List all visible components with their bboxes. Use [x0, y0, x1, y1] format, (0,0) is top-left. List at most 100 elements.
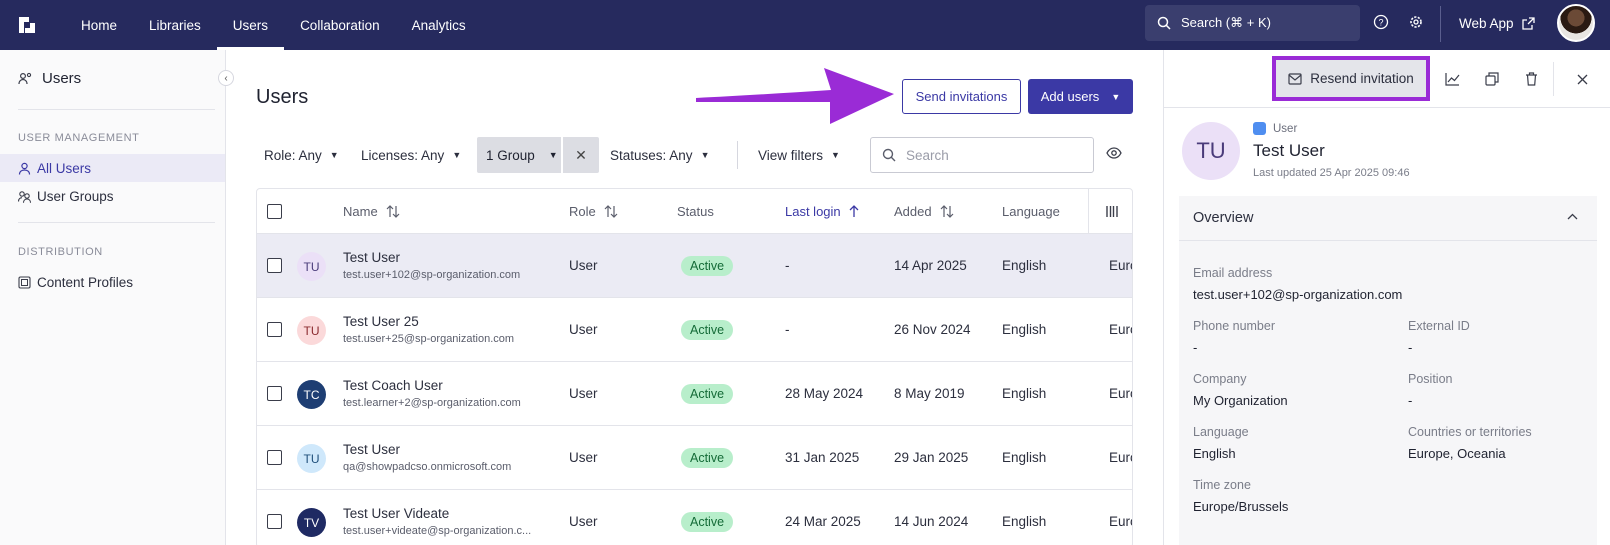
caret-down-icon: ▼	[700, 150, 710, 160]
nav-analytics[interactable]: Analytics	[396, 0, 482, 50]
group-filter[interactable]: 1 Group ▼	[477, 137, 561, 173]
help-icon[interactable]: ?	[1372, 13, 1390, 31]
user-name[interactable]: Test User	[343, 442, 400, 457]
table-row[interactable]: TU Test User qa@showpadcso.onmicrosoft.com…	[257, 426, 1132, 490]
users-icon	[18, 72, 32, 84]
external-id-value: -	[1408, 340, 1413, 355]
user-email: test.user+102@sp-organization.com	[343, 269, 521, 281]
web-app-link[interactable]: Web App	[1459, 0, 1535, 46]
user-detail-panel: Resend invitation TU User Test User Last…	[1163, 50, 1610, 545]
search-input[interactable]	[906, 147, 1076, 163]
table-row[interactable]: TV Test User Videate test.user+videate@sp-…	[257, 490, 1132, 545]
top-divider	[1440, 6, 1441, 42]
sidebar-divider	[18, 109, 215, 110]
region: Euro	[1109, 450, 1132, 465]
table-row[interactable]: TC Test Coach User test.learner+2@sp-organ…	[257, 362, 1132, 426]
user-role: User	[569, 514, 598, 529]
sort-icon	[386, 205, 400, 218]
region: Euro	[1109, 514, 1132, 529]
filter-divider	[737, 141, 738, 169]
language: English	[1002, 322, 1047, 337]
language-label: Language	[1193, 425, 1249, 439]
view-filters-button[interactable]: View filters ▼	[758, 137, 840, 173]
resend-highlight: Resend invitation	[1272, 56, 1430, 101]
view-filters-label: View filters	[758, 147, 824, 163]
added-date: 26 Nov 2024	[894, 322, 971, 337]
app-logo-icon[interactable]	[19, 17, 35, 33]
sort-icon	[940, 205, 954, 218]
phone-value: -	[1193, 340, 1198, 355]
caret-down-icon: ▼	[1111, 91, 1121, 102]
row-checkbox[interactable]	[267, 450, 282, 465]
avatar: TV	[297, 508, 326, 537]
avatar: TC	[297, 380, 326, 409]
row-checkbox[interactable]	[267, 514, 282, 529]
overview-title: Overview	[1193, 210, 1254, 226]
sidebar-item-user-groups[interactable]: User Groups	[0, 182, 225, 210]
resend-invitation-button[interactable]: Resend invitation	[1276, 60, 1426, 97]
column-name[interactable]: Name	[343, 204, 400, 219]
status-badge: Active	[681, 320, 734, 340]
language: English	[1002, 514, 1047, 529]
user-avatar[interactable]	[1557, 4, 1595, 42]
web-app-label: Web App	[1459, 15, 1514, 31]
user-email: test.user+videate@sp-organization.c...	[343, 525, 532, 537]
duplicate-icon[interactable]	[1483, 70, 1501, 88]
mail-icon	[1288, 72, 1302, 85]
user-name[interactable]: Test User 25	[343, 314, 419, 329]
clear-group-filter-button[interactable]: ✕	[563, 137, 599, 173]
user-name[interactable]: Test Coach User	[343, 378, 443, 393]
table-row[interactable]: TU Test User test.user+102@sp-organization…	[257, 234, 1132, 298]
row-checkbox[interactable]	[267, 322, 282, 337]
trash-icon[interactable]	[1522, 70, 1540, 88]
caret-down-icon: ▼	[831, 150, 840, 160]
user-role: User	[569, 322, 598, 337]
overview-header[interactable]: Overview	[1179, 196, 1597, 241]
send-invitations-button[interactable]: Send invitations	[902, 79, 1021, 114]
row-checkbox[interactable]	[267, 386, 282, 401]
statuses-filter[interactable]: Statuses: Any ▼	[610, 137, 709, 173]
column-label: Added	[894, 204, 932, 219]
table-search[interactable]	[870, 137, 1094, 173]
last-login: 31 Jan 2025	[785, 450, 860, 465]
sidebar-item-content-profiles[interactable]: Content Profiles	[0, 268, 225, 296]
nav-home[interactable]: Home	[65, 0, 133, 50]
column-role[interactable]: Role	[569, 204, 618, 219]
caret-down-icon: ▼	[452, 150, 462, 160]
table-header: Name Role Status Last login Added Langua…	[257, 189, 1132, 234]
settings-gear-icon[interactable]	[1407, 13, 1425, 31]
eye-icon[interactable]	[1106, 147, 1122, 159]
nav-collaboration[interactable]: Collaboration	[284, 0, 396, 50]
top-nav-bar: Home Libraries Users Collaboration Analy…	[0, 0, 1610, 50]
add-users-button[interactable]: Add users ▼	[1028, 79, 1133, 114]
user-name[interactable]: Test User	[343, 250, 400, 265]
select-all-checkbox[interactable]	[267, 204, 282, 219]
added-date: 14 Jun 2024	[894, 514, 969, 529]
language-value: English	[1193, 446, 1236, 461]
last-login: 28 May 2024	[785, 386, 864, 401]
sidebar-section-distribution: DISTRIBUTION	[18, 246, 103, 258]
table-row[interactable]: TU Test User 25 test.user+25@sp-organizati…	[257, 298, 1132, 362]
user-detail-avatar: TU	[1182, 122, 1240, 180]
licenses-filter[interactable]: Licenses: Any ▼	[361, 137, 461, 173]
added-date: 14 Apr 2025	[894, 258, 967, 273]
row-checkbox[interactable]	[267, 258, 282, 273]
analytics-chart-icon[interactable]	[1443, 70, 1461, 88]
nav-users[interactable]: Users	[216, 0, 285, 50]
add-users-label: Add users	[1040, 89, 1100, 104]
column-added[interactable]: Added	[894, 204, 954, 219]
nav-libraries[interactable]: Libraries	[133, 0, 217, 50]
email-value: test.user+102@sp-organization.com	[1193, 287, 1403, 302]
region: Euro	[1109, 258, 1132, 273]
sidebar-item-all-users[interactable]: All Users	[0, 154, 225, 182]
columns-settings-icon[interactable]	[1106, 205, 1118, 218]
column-last-login[interactable]: Last login	[785, 204, 859, 219]
sidebar-collapse-button[interactable]: ‹	[218, 70, 234, 86]
content-profile-icon	[18, 275, 31, 289]
role-filter[interactable]: Role: Any ▼	[264, 137, 339, 173]
language: English	[1002, 386, 1047, 401]
user-name[interactable]: Test User Videate	[343, 506, 449, 521]
close-panel-icon[interactable]	[1573, 70, 1591, 88]
global-search[interactable]: Search (⌘ + K)	[1145, 5, 1360, 41]
user-type-label: User	[1273, 122, 1298, 135]
